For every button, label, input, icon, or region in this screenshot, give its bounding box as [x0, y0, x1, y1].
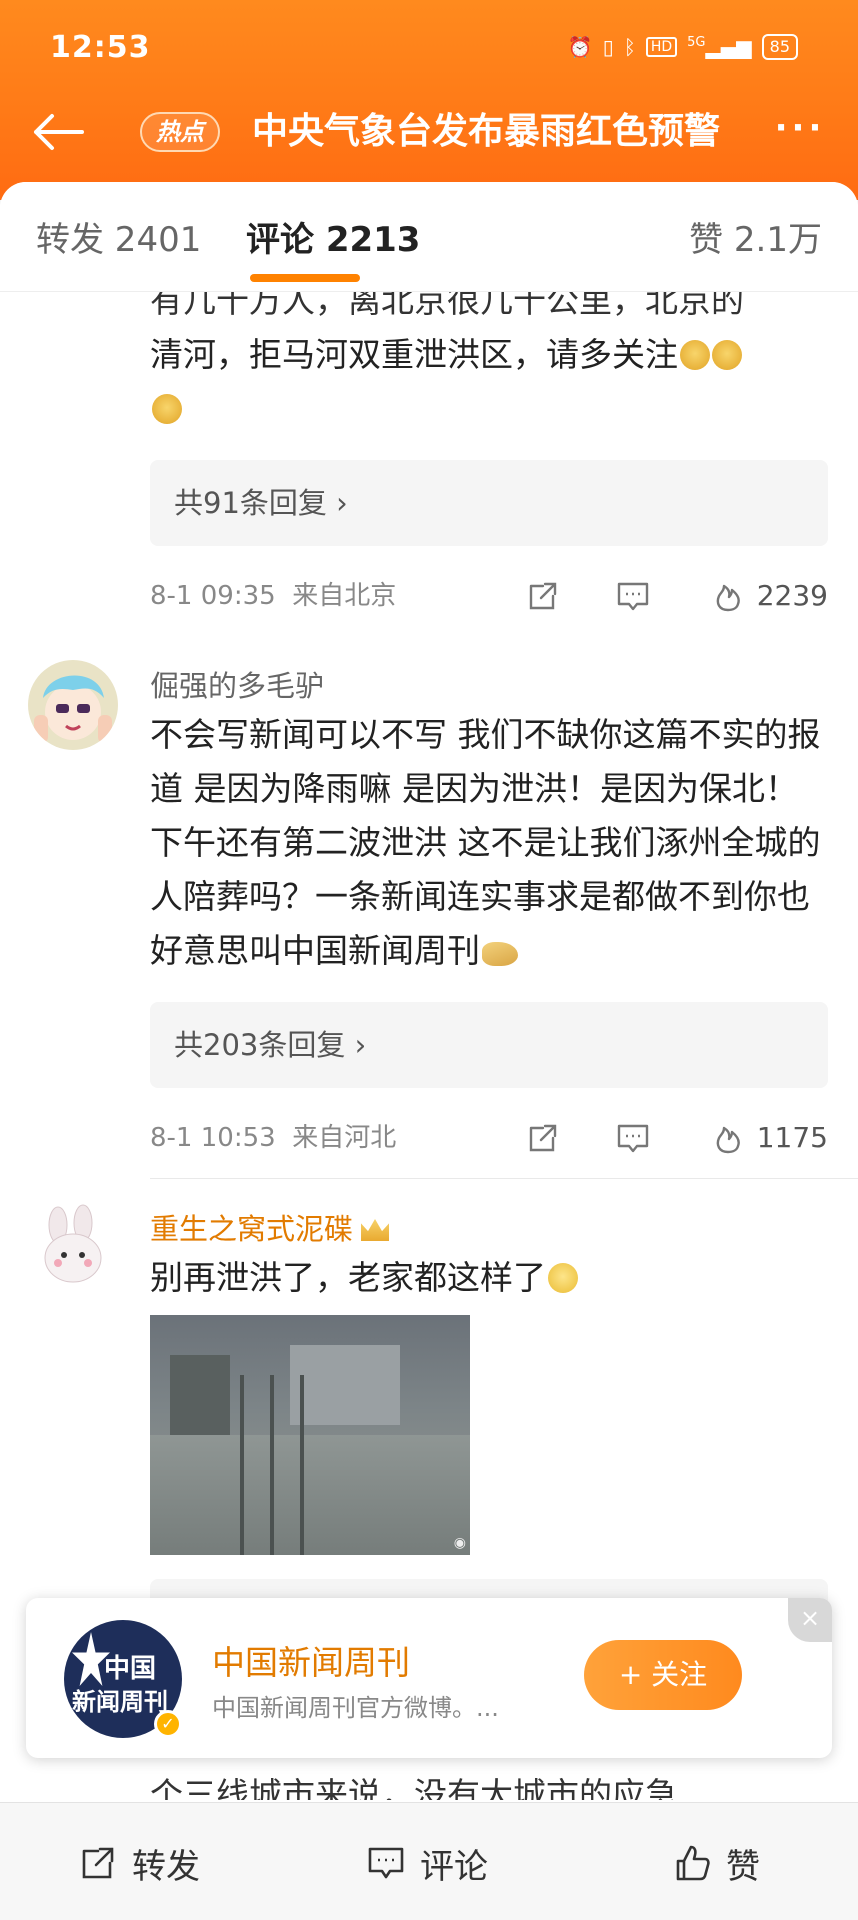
follow-card: 中国 新闻周刊 ✓ 中国新闻周刊 中国新闻周刊官方微博。... + 关注 × [26, 1598, 832, 1758]
repost-icon[interactable] [525, 1120, 561, 1156]
follow-button[interactable]: + 关注 [584, 1640, 742, 1710]
replies-link[interactable]: 共91条回复 › [150, 460, 828, 546]
smile-emoji-icon [548, 1263, 578, 1293]
verified-badge-icon: ✓ [154, 1710, 182, 1738]
bottom-action-bar: 转发 评论 赞 [0, 1802, 858, 1920]
cartoon-avatar-icon [28, 660, 118, 750]
like-count: 1175 [756, 1121, 828, 1154]
comment-list: 有几十万人，离北京很几十公里，北京的 清河，拒马河双重泄洪区，请多关注 共91条… [0, 292, 858, 1665]
bluetooth-icon: ᛒ [623, 35, 636, 59]
username[interactable]: 倔强的多毛驴 [150, 664, 828, 708]
tab-bar: 转发 2401 评论 2213 赞 2.1万 [0, 182, 858, 292]
thumbs-up-icon [676, 1845, 710, 1881]
comment-text-cut: 有几十万人，离北京很几十公里，北京的 [150, 292, 744, 320]
title-bar: 热点 中央气象台发布暴雨红色预警 ··· [0, 100, 858, 164]
repost-icon[interactable] [525, 578, 561, 614]
comment-icon[interactable] [615, 578, 651, 614]
like-flame-icon[interactable] [710, 578, 746, 614]
comment-item: 有几十万人，离北京很几十公里，北京的 清河，拒马河双重泄洪区，请多关注 共91条… [0, 292, 858, 636]
back-button[interactable] [30, 108, 90, 156]
topic-title[interactable]: 中央气象台发布暴雨红色预警 [252, 106, 720, 158]
like-count: 2239 [756, 579, 828, 612]
account-description: 中国新闻周刊官方微博。... [212, 1694, 499, 1722]
more-options-button[interactable]: ··· [770, 108, 830, 156]
battery-icon: 85 [761, 34, 798, 60]
crying-emoji-icon [152, 394, 182, 424]
comment-icon[interactable] [615, 1120, 651, 1156]
comment-meta: 8-1 10:53 来自河北 1175 [150, 1098, 828, 1178]
comment-text: 清河，拒马河双重泄洪区，请多关注 [150, 328, 828, 436]
tab-comment[interactable]: 评论 2213 [246, 212, 420, 261]
replies-link[interactable]: 共203条回复 › [150, 1002, 828, 1088]
hd-icon: HD [645, 37, 678, 57]
comment-date: 8-1 10:53 来自河北 [150, 1123, 397, 1153]
clap-emoji-icon [482, 942, 518, 966]
weibo-watermark-icon: ◉ [453, 1535, 466, 1551]
comment-button[interactable]: 评论 [366, 1839, 488, 1887]
comment-meta: 8-1 09:35 来自北京 2239 [150, 556, 828, 636]
comment-item: 倔强的多毛驴 不会写新闻可以不写 我们不缺你这篇不实的报道 是因为降雨嘛 是因为… [0, 636, 858, 1178]
header: 12:53 ⏰ ▯ ᛒ HD 5G▂▄▆ 85 热点 中央气象台发布暴雨红色预警… [0, 0, 858, 200]
status-bar: 12:53 ⏰ ▯ ᛒ HD 5G▂▄▆ 85 [0, 30, 858, 74]
crying-emoji-icon [712, 340, 742, 370]
repost-icon [82, 1847, 114, 1879]
tab-like[interactable]: 赞 2.1万 [689, 212, 822, 261]
signal-icon: 5G▂▄▆ [687, 35, 752, 59]
username[interactable]: 重生之窝式泥碟 [150, 1207, 828, 1251]
like-button[interactable]: 赞 [672, 1839, 760, 1887]
close-button[interactable]: × [788, 1598, 832, 1642]
avatar[interactable] [28, 660, 118, 750]
repost-button[interactable]: 转发 [78, 1839, 200, 1887]
comment-icon [368, 1847, 404, 1879]
account-name[interactable]: 中国新闻周刊 [212, 1636, 410, 1684]
tab-repost[interactable]: 转发 2401 [36, 212, 201, 261]
like-flame-icon[interactable] [710, 1120, 746, 1156]
vibrate-icon: ▯ [602, 35, 614, 59]
avatar[interactable] [28, 1203, 118, 1293]
bunny-avatar-icon [28, 1203, 118, 1293]
back-arrow-icon [34, 114, 84, 150]
content-card: 转发 2401 评论 2213 赞 2.1万 有几十万人，离北京很几十公里，北京… [0, 182, 858, 1802]
status-icons: ⏰ ▯ ᛒ HD 5G▂▄▆ 85 [568, 34, 798, 60]
alarm-icon: ⏰ [567, 35, 593, 59]
hot-badge[interactable]: 热点 [140, 112, 220, 152]
comment-text: 不会写新闻可以不写 我们不缺你这篇不实的报道 是因为降雨嘛 是因为泄洪！是因为保… [150, 715, 821, 970]
flood-photo[interactable]: ◉ [150, 1315, 470, 1555]
vip-crown-icon [361, 1219, 390, 1241]
comment-date: 8-1 09:35 来自北京 [150, 581, 397, 611]
status-time: 12:53 [50, 30, 151, 65]
tab-active-indicator [250, 274, 360, 282]
crying-emoji-icon [680, 340, 710, 370]
comment-text: 别再泄洪了，老家都这样了 [150, 1251, 828, 1305]
comment-item: 重生之窝式泥碟 别再泄洪了，老家都这样了 ◉ 共328条回复 › [0, 1179, 858, 1665]
